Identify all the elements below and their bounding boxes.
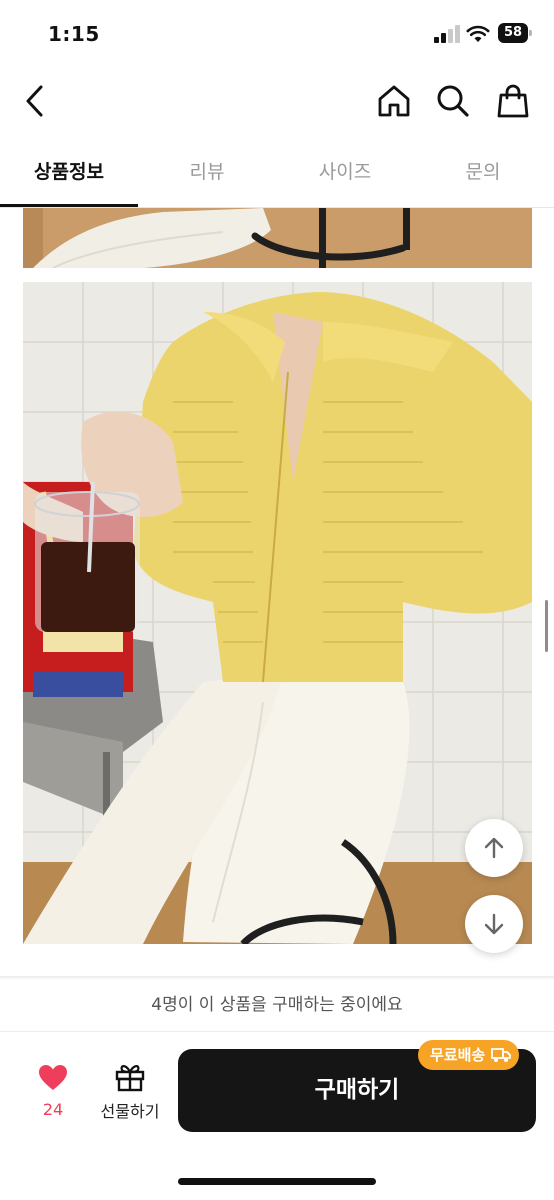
like-count: 24 — [42, 1100, 64, 1119]
wifi-icon — [466, 25, 490, 42]
back-button[interactable] — [16, 82, 54, 120]
scroll-down-button[interactable] — [465, 895, 523, 953]
home-icon — [378, 85, 410, 117]
active-tab-indicator — [0, 204, 138, 207]
gift-icon — [115, 1065, 145, 1092]
arrow-down-icon — [484, 913, 504, 935]
battery-level: 58 — [498, 23, 528, 43]
product-tabs: 상품정보 리뷰 사이즈 문의 — [0, 140, 554, 208]
tab-product-info[interactable]: 상품정보 — [0, 140, 138, 206]
free-shipping-label: 무료배송 — [430, 1046, 486, 1064]
gift-button[interactable]: 선물하기 — [96, 1062, 164, 1124]
shopping-bag-icon — [497, 84, 529, 118]
delivery-truck-icon — [491, 1048, 512, 1062]
cellular-signal-icon — [434, 25, 460, 43]
gift-label: 선물하기 — [100, 1102, 160, 1121]
search-button[interactable] — [434, 82, 472, 120]
status-bar: 1:15 58 — [0, 0, 554, 68]
status-time: 1:15 — [48, 22, 100, 46]
arrow-up-icon — [484, 837, 504, 859]
tab-size[interactable]: 사이즈 — [276, 140, 414, 206]
cart-button[interactable] — [494, 82, 532, 120]
battery-icon: 58 — [498, 23, 532, 43]
tab-reviews[interactable]: 리뷰 — [138, 140, 276, 206]
tab-inquiry[interactable]: 문의 — [414, 140, 552, 206]
scroll-indicator[interactable] — [545, 600, 548, 652]
search-icon — [437, 85, 469, 117]
product-photo-cardigan — [23, 282, 532, 944]
top-navigation — [0, 68, 554, 136]
free-shipping-badge: 무료배송 — [418, 1040, 520, 1070]
home-indicator[interactable] — [178, 1178, 376, 1185]
home-button[interactable] — [375, 82, 413, 120]
buying-now-notice: 4명이 이 상품을 구매하는 중이에요 — [0, 980, 554, 1032]
chevron-left-icon — [26, 85, 43, 117]
heart-icon — [39, 1065, 67, 1090]
product-photo-previous — [23, 208, 532, 268]
scroll-up-button[interactable] — [465, 819, 523, 877]
like-button[interactable]: 24 — [30, 1064, 76, 1124]
